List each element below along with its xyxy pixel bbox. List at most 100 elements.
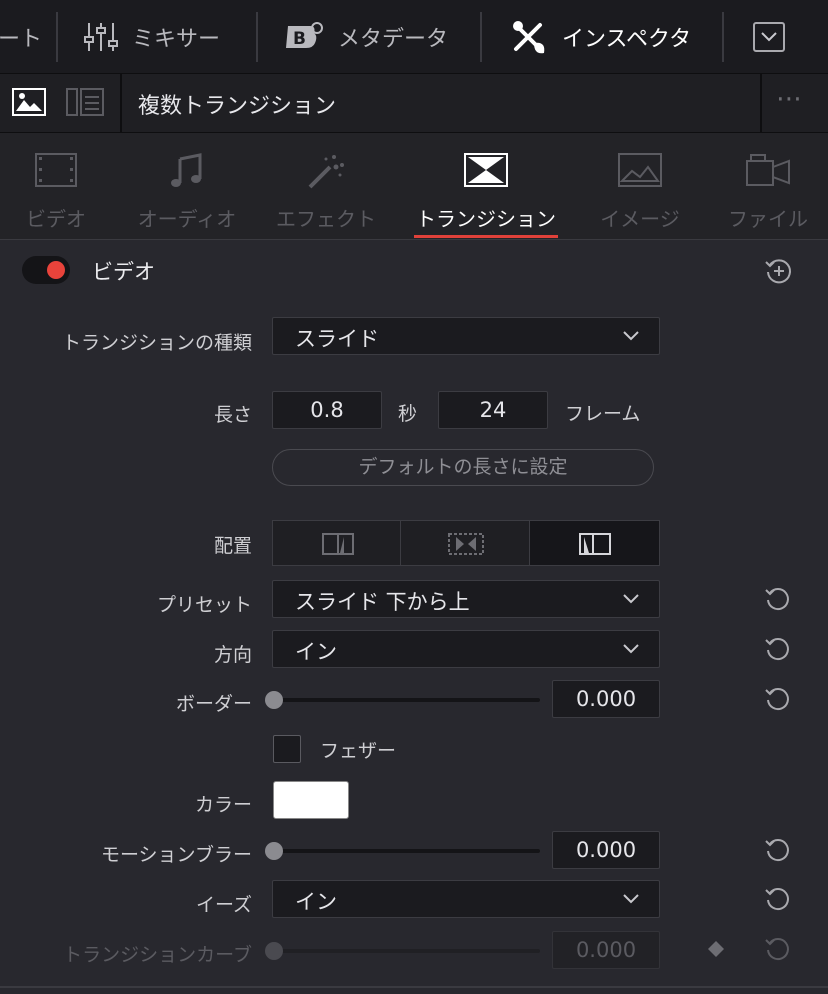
image-icon bbox=[618, 153, 662, 187]
split-view-icon[interactable] bbox=[66, 88, 104, 116]
align-end-icon bbox=[579, 533, 611, 555]
transition-curve-reset-icon bbox=[765, 938, 789, 961]
ease-dropdown[interactable]: イン bbox=[272, 880, 660, 918]
tab-image-label: イメージ bbox=[600, 207, 680, 231]
border-value-input[interactable]: 0.000 bbox=[552, 680, 660, 718]
mixer-icon bbox=[84, 22, 118, 51]
toolbar-mixer-label: ミキサー bbox=[132, 26, 221, 52]
metadata-icon: B bbox=[286, 21, 323, 49]
alignment-label: 配置 bbox=[213, 535, 252, 557]
chevron-down-icon bbox=[623, 644, 639, 654]
motion-blur-label: モーションブラー bbox=[100, 844, 252, 866]
toolbar-divider bbox=[56, 12, 58, 62]
tab-audio[interactable]: オーディオ bbox=[117, 133, 257, 239]
border-slider-track[interactable] bbox=[272, 698, 540, 702]
header-divider bbox=[120, 74, 122, 132]
direction-reset-icon[interactable] bbox=[764, 635, 792, 663]
film-icon bbox=[35, 153, 77, 187]
transition-curve-slider-track bbox=[272, 949, 540, 953]
transition-icon bbox=[464, 153, 508, 187]
active-tab-indicator bbox=[414, 235, 558, 238]
toolbar-metadata-button[interactable]: B メタデータ bbox=[284, 0, 448, 73]
toolbar-partial-item[interactable]: ート bbox=[0, 0, 42, 73]
duration-seconds-input[interactable]: 0.8 bbox=[272, 391, 382, 429]
preset-value: スライド 下から上 bbox=[295, 590, 470, 614]
keyframe-diamond-icon[interactable] bbox=[706, 939, 726, 959]
motion-blur-slider-track[interactable] bbox=[272, 849, 540, 853]
ease-label: イーズ bbox=[195, 894, 252, 916]
chevron-down-icon bbox=[623, 331, 639, 341]
transition-type-value: スライド bbox=[295, 327, 379, 351]
alignment-start-button[interactable] bbox=[272, 520, 401, 566]
border-slider-handle[interactable] bbox=[265, 691, 283, 709]
video-enable-toggle[interactable] bbox=[22, 256, 70, 284]
tab-file-label: ファイル bbox=[728, 207, 808, 231]
toolbar-mixer-button[interactable]: ミキサー bbox=[84, 0, 220, 73]
toolbar-partial-label: ート bbox=[0, 26, 43, 52]
svg-text:B: B bbox=[293, 29, 306, 49]
tab-video-label: ビデオ bbox=[26, 207, 86, 231]
tab-transition[interactable]: トランジション bbox=[414, 133, 558, 239]
clip-title: 複数トランジション bbox=[138, 94, 337, 119]
preset-reset-icon[interactable] bbox=[764, 585, 792, 613]
toolbar-metadata-label: メタデータ bbox=[338, 26, 449, 52]
section-divider bbox=[0, 986, 828, 988]
align-start-icon bbox=[322, 533, 354, 555]
tab-effects-label: エフェクト bbox=[276, 207, 376, 231]
set-default-duration-button[interactable]: デフォルトの長さに設定 bbox=[272, 449, 654, 486]
chevron-down-icon bbox=[623, 894, 639, 904]
motion-blur-value-input[interactable]: 0.000 bbox=[552, 831, 660, 869]
header-divider bbox=[760, 74, 762, 132]
alignment-center-button[interactable] bbox=[400, 520, 530, 566]
transition-curve-value-input: 0.000 bbox=[552, 931, 660, 969]
music-note-icon bbox=[171, 153, 202, 187]
border-label: ボーダー bbox=[175, 693, 252, 715]
alignment-end-button[interactable] bbox=[529, 520, 660, 566]
image-view-icon[interactable] bbox=[12, 88, 46, 116]
border-reset-icon[interactable] bbox=[764, 685, 792, 713]
ease-reset-icon[interactable] bbox=[764, 885, 792, 913]
transition-type-label: トランジションの種類 bbox=[61, 332, 252, 354]
top-toolbar: ート ミキサー B メタデータ インスペクタ bbox=[0, 0, 828, 74]
tab-file[interactable]: ファイル bbox=[698, 133, 828, 239]
section-title: ビデオ bbox=[92, 260, 155, 284]
toolbar-inspector-button[interactable]: インスペクタ bbox=[510, 0, 691, 73]
tab-video[interactable]: ビデオ bbox=[0, 133, 126, 239]
chevron-down-icon bbox=[623, 594, 639, 604]
seconds-unit-label: 秒 bbox=[398, 403, 418, 425]
inspector-tools-icon bbox=[513, 20, 545, 53]
transition-type-dropdown[interactable]: スライド bbox=[272, 317, 660, 355]
tab-transition-label: トランジション bbox=[416, 207, 556, 231]
feather-checkbox[interactable] bbox=[273, 735, 301, 763]
inspector-tabs: ビデオ オーディオ エフェクト トランジション イメージ ファイル bbox=[0, 133, 828, 240]
duration-frames-input[interactable]: 24 bbox=[438, 391, 548, 429]
toolbar-divider bbox=[480, 12, 482, 62]
tab-effects[interactable]: エフェクト bbox=[256, 133, 396, 239]
motion-blur-slider-handle[interactable] bbox=[265, 842, 283, 860]
direction-label: 方向 bbox=[213, 644, 252, 666]
direction-dropdown[interactable]: イン bbox=[272, 630, 660, 668]
direction-value: イン bbox=[295, 640, 337, 664]
chevron-down-icon bbox=[761, 32, 777, 42]
motion-blur-reset-icon[interactable] bbox=[764, 836, 792, 864]
preset-label: プリセット bbox=[156, 594, 252, 616]
feather-label: フェザー bbox=[320, 740, 397, 762]
inspector-header: 複数トランジション ⋯ bbox=[0, 74, 828, 133]
reset-all-icon[interactable] bbox=[764, 256, 794, 286]
tab-audio-label: オーディオ bbox=[137, 207, 237, 231]
more-options-icon[interactable]: ⋯ bbox=[776, 84, 804, 114]
toggle-on-indicator bbox=[47, 261, 65, 279]
preset-dropdown[interactable]: スライド 下から上 bbox=[272, 580, 660, 618]
toolbar-divider bbox=[256, 12, 258, 62]
collapse-panel-button[interactable] bbox=[753, 22, 785, 52]
tab-image[interactable]: イメージ bbox=[570, 133, 710, 239]
transition-curve-slider-handle bbox=[265, 942, 283, 960]
align-center-icon bbox=[448, 533, 484, 555]
camera-icon bbox=[746, 154, 790, 186]
duration-label: 長さ bbox=[213, 404, 252, 426]
ease-value: イン bbox=[295, 890, 337, 914]
transition-curve-label: トランジションカーブ bbox=[63, 944, 252, 966]
color-swatch[interactable] bbox=[273, 781, 349, 819]
toolbar-inspector-label: インスペクタ bbox=[562, 26, 692, 52]
color-label: カラー bbox=[194, 794, 252, 816]
